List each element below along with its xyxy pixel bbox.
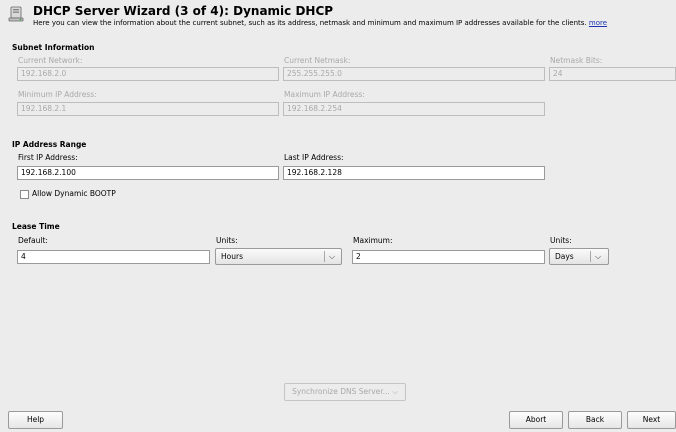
- last-ip-field[interactable]: 192.168.2.128: [283, 166, 545, 180]
- synchronize-dns-label: Synchronize DNS Server...: [292, 387, 390, 396]
- chevron-down-icon: ⌵: [595, 252, 602, 261]
- maximum-ip-label: Maximum IP Address:: [284, 90, 365, 99]
- maximum-units-value: Days: [555, 252, 574, 261]
- maximum-lease-label: Maximum:: [353, 236, 393, 245]
- next-button[interactable]: Next: [627, 411, 676, 429]
- page-description: Here you can view the information about …: [33, 19, 607, 27]
- netmask-bits-field: 24: [549, 67, 676, 81]
- minimum-ip-label: Minimum IP Address:: [18, 90, 97, 99]
- subnet-information-heading: Subnet Information: [12, 43, 95, 52]
- default-lease-label: Default:: [18, 236, 48, 245]
- dhcp-server-icon: [8, 6, 24, 22]
- more-link[interactable]: more: [589, 19, 607, 27]
- maximum-units-label: Units:: [550, 236, 572, 245]
- current-netmask-field: 255.255.255.0: [283, 67, 545, 81]
- maximum-lease-field[interactable]: 2: [352, 250, 545, 264]
- current-network-label: Current Network:: [18, 56, 83, 65]
- netmask-bits-label: Netmask Bits:: [550, 56, 603, 65]
- allow-dynamic-bootp-checkbox[interactable]: [20, 190, 29, 199]
- abort-button[interactable]: Abort: [509, 411, 563, 429]
- current-netmask-label: Current Netmask:: [284, 56, 351, 65]
- synchronize-dns-server-button: Synchronize DNS Server... ⌵: [284, 383, 406, 401]
- allow-dynamic-bootp-label[interactable]: Allow Dynamic BOOTP: [32, 189, 116, 198]
- last-ip-label: Last IP Address:: [284, 153, 344, 162]
- back-button[interactable]: Back: [568, 411, 622, 429]
- default-units-value: Hours: [221, 252, 243, 261]
- maximum-units-select[interactable]: Days ⌵: [549, 248, 609, 265]
- lease-time-heading: Lease Time: [12, 222, 60, 231]
- default-units-label: Units:: [216, 236, 238, 245]
- current-network-field: 192.168.2.0: [17, 67, 279, 81]
- maximum-ip-field: 192.168.2.254: [283, 102, 545, 116]
- chevron-down-icon: ⌵: [329, 252, 336, 261]
- minimum-ip-field: 192.168.2.1: [17, 102, 279, 116]
- description-text: Here you can view the information about …: [33, 19, 587, 27]
- page-title: DHCP Server Wizard (3 of 4): Dynamic DHC…: [33, 4, 334, 18]
- help-button[interactable]: Help: [8, 411, 63, 429]
- default-units-select[interactable]: Hours ⌵: [215, 248, 342, 265]
- ip-address-range-heading: IP Address Range: [12, 140, 87, 149]
- default-lease-field[interactable]: 4: [17, 250, 210, 264]
- first-ip-label: First IP Address:: [18, 153, 78, 162]
- first-ip-field[interactable]: 192.168.2.100: [17, 166, 279, 180]
- chevron-down-icon: ⌵: [392, 387, 398, 396]
